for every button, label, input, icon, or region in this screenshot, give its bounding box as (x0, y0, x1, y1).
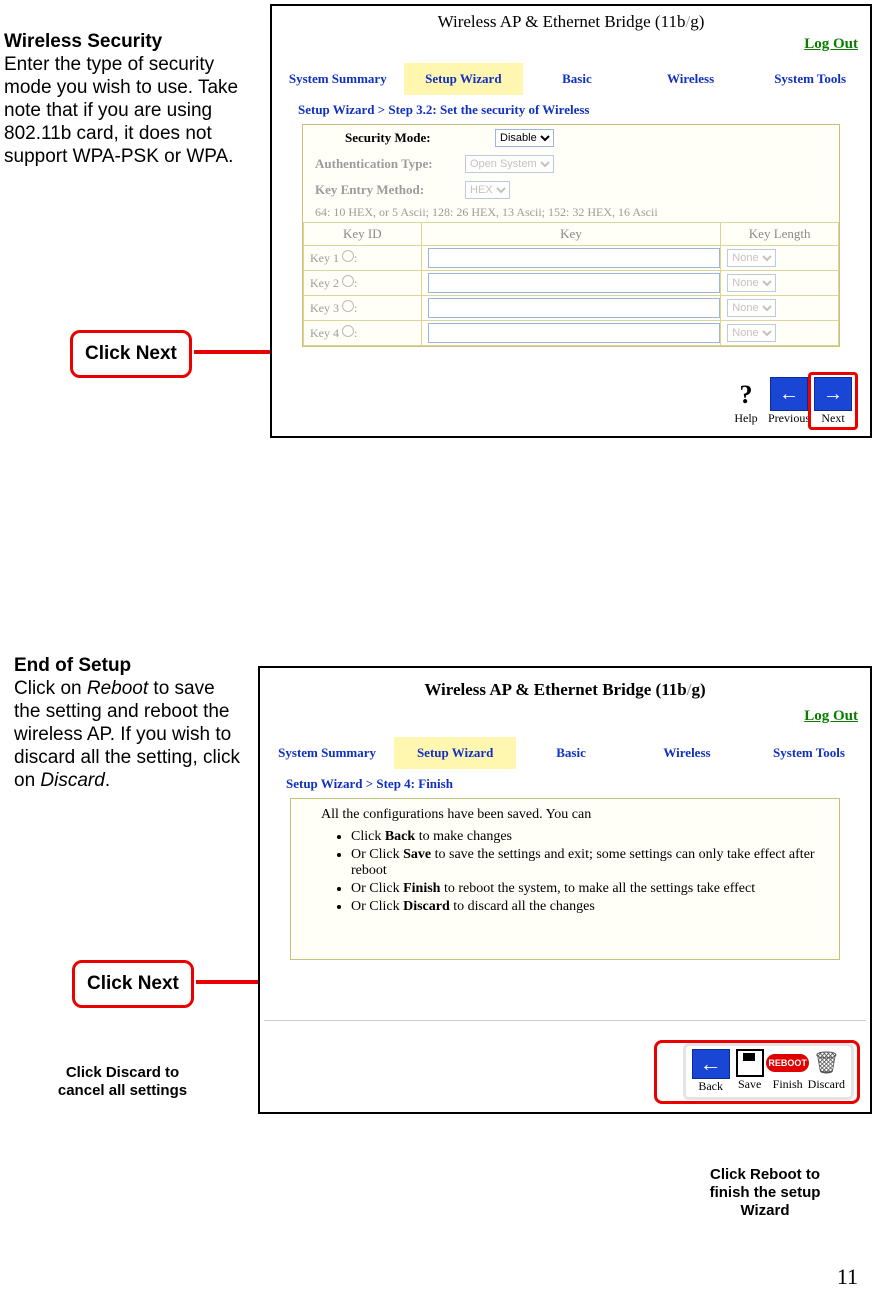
click-next-callout-2: Click Next (72, 960, 194, 1008)
finish-item-4: Or Click Discard to discard all the chan… (351, 899, 839, 915)
nav-wireless-2[interactable]: Wireless (626, 737, 748, 769)
nav-system-summary-1[interactable]: System Summary (272, 63, 404, 95)
page-number: 11 (837, 1264, 858, 1290)
nav-bar-2: System Summary Setup Wizard Basic Wirele… (260, 736, 870, 770)
logout-link-1[interactable]: Log Out (804, 36, 858, 53)
router-title-1: Wireless AP & Ethernet Bridge (11b/g) (272, 6, 870, 34)
breadcrumb-1: Setup Wizard > Step 3.2: Set the securit… (272, 96, 870, 124)
key-entry-select: HEX (465, 181, 510, 199)
nav-system-tools-1[interactable]: System Tools (750, 63, 870, 95)
key-len-4: None (727, 324, 776, 342)
finish-item-2: Or Click Save to save the settings and e… (351, 847, 839, 879)
screenshot-1: Wireless AP & Ethernet Bridge (11b/g) Lo… (270, 4, 872, 438)
screenshot-2: Wireless AP & Ethernet Bridge (11b/g) Lo… (258, 666, 872, 1114)
panel-2: All the configurations have been saved. … (290, 798, 840, 960)
finish-message: All the configurations have been saved. … (291, 799, 839, 823)
col-key: Key (421, 223, 721, 246)
help-icon: ? (728, 379, 764, 411)
nav-basic-2[interactable]: Basic (516, 737, 626, 769)
auth-type-label: Authentication Type: (315, 156, 465, 172)
logout-link-2[interactable]: Log Out (804, 708, 858, 725)
key-len-3: None (727, 299, 776, 317)
breadcrumb-2: Setup Wizard > Step 4: Finish (260, 770, 870, 798)
radio-icon[interactable] (342, 325, 354, 337)
previous-button[interactable]: ← Previous (768, 377, 810, 426)
discard-hint: Click Discard to cancel all settings (50, 1064, 195, 1100)
col-key-id: Key ID (304, 223, 422, 246)
key-input-3[interactable] (428, 298, 721, 318)
nav-wireless-1[interactable]: Wireless (631, 63, 751, 95)
key-row-3: Key 3 :None (304, 296, 839, 321)
key-input-4[interactable] (428, 323, 721, 343)
next-button-highlight-1 (808, 372, 858, 430)
key-row-1: Key 1 :None (304, 246, 839, 271)
radio-icon[interactable] (342, 250, 354, 262)
key-row-2: Key 2 :None (304, 271, 839, 296)
finish-item-3: Or Click Finish to reboot the system, to… (351, 881, 839, 897)
finish-item-1: Click Back to make changes (351, 829, 839, 845)
click-next-callout-1: Click Next (70, 330, 192, 378)
key-entry-label: Key Entry Method: (315, 182, 465, 198)
help-button[interactable]: ? Help (728, 379, 764, 426)
nav-setup-wizard-1[interactable]: Setup Wizard (404, 63, 524, 95)
col-key-length: Key Length (721, 223, 839, 246)
arrow-left-icon: ← (770, 377, 808, 411)
nav-bar-1: System Summary Setup Wizard Basic Wirele… (272, 62, 870, 96)
key-len-2: None (727, 274, 776, 292)
key-hint-line: 64: 10 HEX, or 5 Ascii; 128: 26 HEX, 13 … (303, 203, 839, 222)
security-mode-label: Security Mode: (315, 130, 495, 146)
finish-bar-highlight (654, 1040, 860, 1104)
nav-system-tools-2[interactable]: System Tools (748, 737, 870, 769)
nav-system-summary-2[interactable]: System Summary (260, 737, 394, 769)
wireless-security-body: Enter the type of security mode you wish… (4, 54, 238, 167)
router-title-2: Wireless AP & Ethernet Bridge (11b/g) (260, 668, 870, 702)
auth-type-select: Open System (465, 155, 554, 173)
key-input-1[interactable] (428, 248, 721, 268)
key-input-2[interactable] (428, 273, 721, 293)
radio-icon[interactable] (342, 275, 354, 287)
key-len-1: None (727, 249, 776, 267)
key-table: Key ID Key Key Length Key 1 :None Key 2 … (303, 222, 839, 346)
wireless-security-heading: Wireless Security (4, 31, 162, 52)
nav-basic-1[interactable]: Basic (523, 63, 631, 95)
end-of-setup-text: End of Setup Click on Reboot to save the… (14, 654, 242, 792)
end-of-setup-heading: End of Setup (14, 655, 131, 676)
finish-list: Click Back to make changes Or Click Save… (351, 829, 839, 915)
radio-icon[interactable] (342, 300, 354, 312)
wireless-security-text: Wireless Security Enter the type of secu… (4, 30, 259, 168)
security-mode-select[interactable]: Disable (495, 129, 554, 147)
key-row-4: Key 4 :None (304, 321, 839, 346)
nav-setup-wizard-2[interactable]: Setup Wizard (394, 737, 516, 769)
panel-1: Security Mode: Disable Authentication Ty… (302, 124, 840, 347)
reboot-hint: Click Reboot to finish the setup Wizard (690, 1166, 840, 1220)
